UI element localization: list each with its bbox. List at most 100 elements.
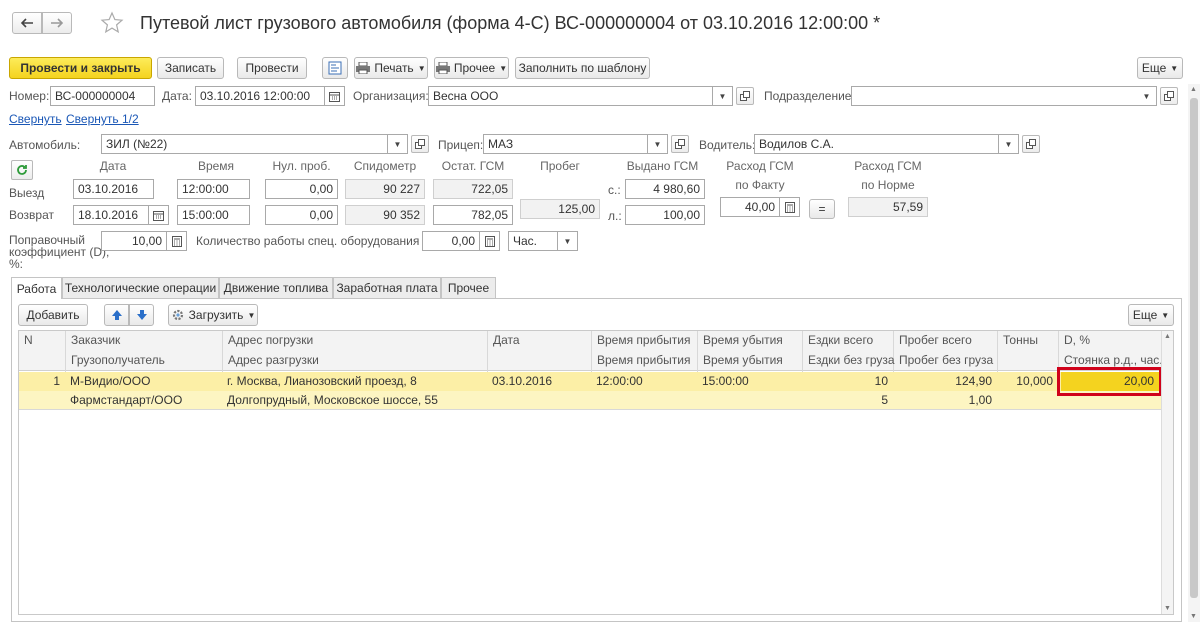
coefficient-calc-button[interactable] <box>167 231 187 251</box>
scroll-down-arrow-icon[interactable]: ▼ <box>1164 605 1171 612</box>
depart-label: Выезд <box>9 186 45 200</box>
header-depart-2: Время убытия <box>703 353 783 367</box>
forward-button[interactable] <box>42 12 72 34</box>
row-mileage-empty[interactable]: 1,00 <box>893 391 997 410</box>
trailer-open-button[interactable] <box>671 135 689 153</box>
organization-open-button[interactable] <box>736 87 754 105</box>
special-calc-button[interactable] <box>480 231 500 251</box>
department-label: Подразделение: <box>764 89 855 103</box>
collapse-link[interactable]: Свернуть <box>9 112 62 126</box>
return-date-field[interactable]: 18.10.2016 <box>73 205 149 225</box>
scroll-down-arrow-icon[interactable]: ▼ <box>1190 613 1197 620</box>
row-trips-empty[interactable]: 5 <box>802 391 893 410</box>
move-down-button[interactable] <box>129 304 154 326</box>
page-title: Путевой лист грузового автомобиля (форма… <box>140 13 881 33</box>
depart-date-field[interactable]: 03.10.2016 <box>73 179 154 199</box>
calendar-button[interactable] <box>325 86 345 106</box>
more-button[interactable]: Еще ▼ <box>1137 57 1183 79</box>
post-button[interactable]: Провести <box>237 57 307 79</box>
post-and-close-button[interactable]: Провести и закрыть <box>9 57 152 79</box>
table-scrollbar[interactable]: ▲ ▼ <box>1161 331 1173 614</box>
issued-s-field[interactable]: 4 980,60 <box>625 179 705 199</box>
date-field[interactable]: 03.10.2016 12:00:00 <box>195 86 325 106</box>
equals-button[interactable]: = <box>809 199 835 219</box>
header-d-percent: D, % <box>1064 333 1091 347</box>
row-trips[interactable]: 10 <box>802 372 893 391</box>
row-consignee[interactable]: Фармстандарт/ООО <box>65 391 222 410</box>
trailer-field[interactable]: МАЗ <box>483 134 648 154</box>
col-norm-subheader: по Норме <box>861 178 915 192</box>
return-zero-field[interactable]: 0,00 <box>265 205 338 225</box>
print-button[interactable]: Печать ▼ <box>354 57 428 79</box>
depart-time-field[interactable]: 12:00:00 <box>177 179 250 199</box>
tab-other[interactable]: Прочее <box>441 277 496 298</box>
scroll-up-arrow-icon[interactable]: ▲ <box>1164 333 1171 340</box>
load-button[interactable]: Загрузить ▼ <box>168 304 258 326</box>
open-form-icon <box>415 139 425 149</box>
add-row-button[interactable]: Добавить <box>18 304 88 326</box>
row-depart[interactable]: 15:00:00 <box>697 372 802 391</box>
col-date-header: Дата <box>99 159 127 173</box>
department-dropdown[interactable]: ▼ <box>1137 86 1157 106</box>
unit-dropdown[interactable]: ▼ <box>558 231 578 251</box>
save-button[interactable]: Записать <box>157 57 224 79</box>
driver-open-button[interactable] <box>1022 135 1040 153</box>
coefficient-field[interactable]: 10,00 <box>101 231 167 251</box>
scroll-up-arrow-icon[interactable]: ▲ <box>1190 86 1197 93</box>
return-calendar-button[interactable] <box>149 205 169 225</box>
tab-tech-operations[interactable]: Технологические операции <box>62 277 219 298</box>
special-equipment-field[interactable]: 0,00 <box>422 231 480 251</box>
department-field[interactable] <box>851 86 1138 106</box>
tab-salary[interactable]: Заработная плата <box>333 277 441 298</box>
structure-button[interactable] <box>322 57 348 79</box>
organization-dropdown[interactable]: ▼ <box>713 86 733 106</box>
organization-field[interactable]: Весна ООО <box>428 86 713 106</box>
row-arrive[interactable]: 12:00:00 <box>591 372 697 391</box>
depart-odometer-field: 90 227 <box>345 179 425 199</box>
row-unload-address[interactable]: Долгопрудный, Московское шоссе, 55 <box>222 391 487 410</box>
fact-calc-button[interactable] <box>780 197 800 217</box>
back-button[interactable] <box>12 12 42 34</box>
work-more-button[interactable]: Еще ▼ <box>1128 304 1174 326</box>
tab-fuel-movement[interactable]: Движение топлива <box>219 277 333 298</box>
mileage-field: 125,00 <box>520 199 600 219</box>
number-field[interactable]: ВС-000000004 <box>50 86 155 106</box>
header-mileage: Пробег всего <box>899 333 972 347</box>
move-up-button[interactable] <box>104 304 129 326</box>
calculator-icon <box>171 235 182 247</box>
chevron-down-icon: ▼ <box>718 91 727 101</box>
car-open-button[interactable] <box>411 135 429 153</box>
other-button[interactable]: Прочее ▼ <box>434 57 509 79</box>
driver-dropdown[interactable]: ▼ <box>999 134 1019 154</box>
row-tons[interactable]: 10,000 <box>997 372 1058 391</box>
fill-template-button[interactable]: Заполнить по шаблону <box>515 57 650 79</box>
chevron-down-icon: ▼ <box>1004 139 1013 149</box>
driver-field[interactable]: Водилов С.А. <box>754 134 999 154</box>
department-open-button[interactable] <box>1160 87 1178 105</box>
return-time-field[interactable]: 15:00:00 <box>177 205 250 225</box>
car-field[interactable]: ЗИЛ (№22) <box>101 134 388 154</box>
return-fuel-field[interactable]: 782,05 <box>433 205 513 225</box>
open-form-icon <box>740 91 750 101</box>
post-label: Провести <box>245 61 299 75</box>
coefficient-label-2: коэффициент (D), <box>9 245 110 259</box>
fact-consumption-field[interactable]: 40,00 <box>720 197 780 217</box>
dropdown-arrow-icon: ▼ <box>499 63 508 73</box>
trailer-dropdown[interactable]: ▼ <box>648 134 668 154</box>
refresh-button[interactable] <box>11 160 33 180</box>
row-date[interactable]: 03.10.2016 <box>487 372 591 391</box>
row-load-address[interactable]: г. Москва, Лианозовский проезд, 8 <box>222 372 487 391</box>
print-label: Печать <box>374 61 414 75</box>
issued-l-field[interactable]: 100,00 <box>625 205 705 225</box>
car-dropdown[interactable]: ▼ <box>388 134 408 154</box>
collapse-half-link[interactable]: Свернуть 1/2 <box>66 112 139 126</box>
unit-select[interactable]: Час. <box>508 231 558 251</box>
tab-work[interactable]: Работа <box>11 277 62 299</box>
depart-zero-field[interactable]: 0,00 <box>265 179 338 199</box>
window-scrollbar[interactable]: ▲ ▼ <box>1188 84 1200 622</box>
favorite-star-icon[interactable] <box>100 11 124 35</box>
scroll-thumb[interactable] <box>1190 98 1198 598</box>
row-mileage[interactable]: 124,90 <box>893 372 997 391</box>
trailer-label: Прицеп: <box>438 138 484 152</box>
row-customer[interactable]: М-Видио/ООО <box>65 372 222 391</box>
